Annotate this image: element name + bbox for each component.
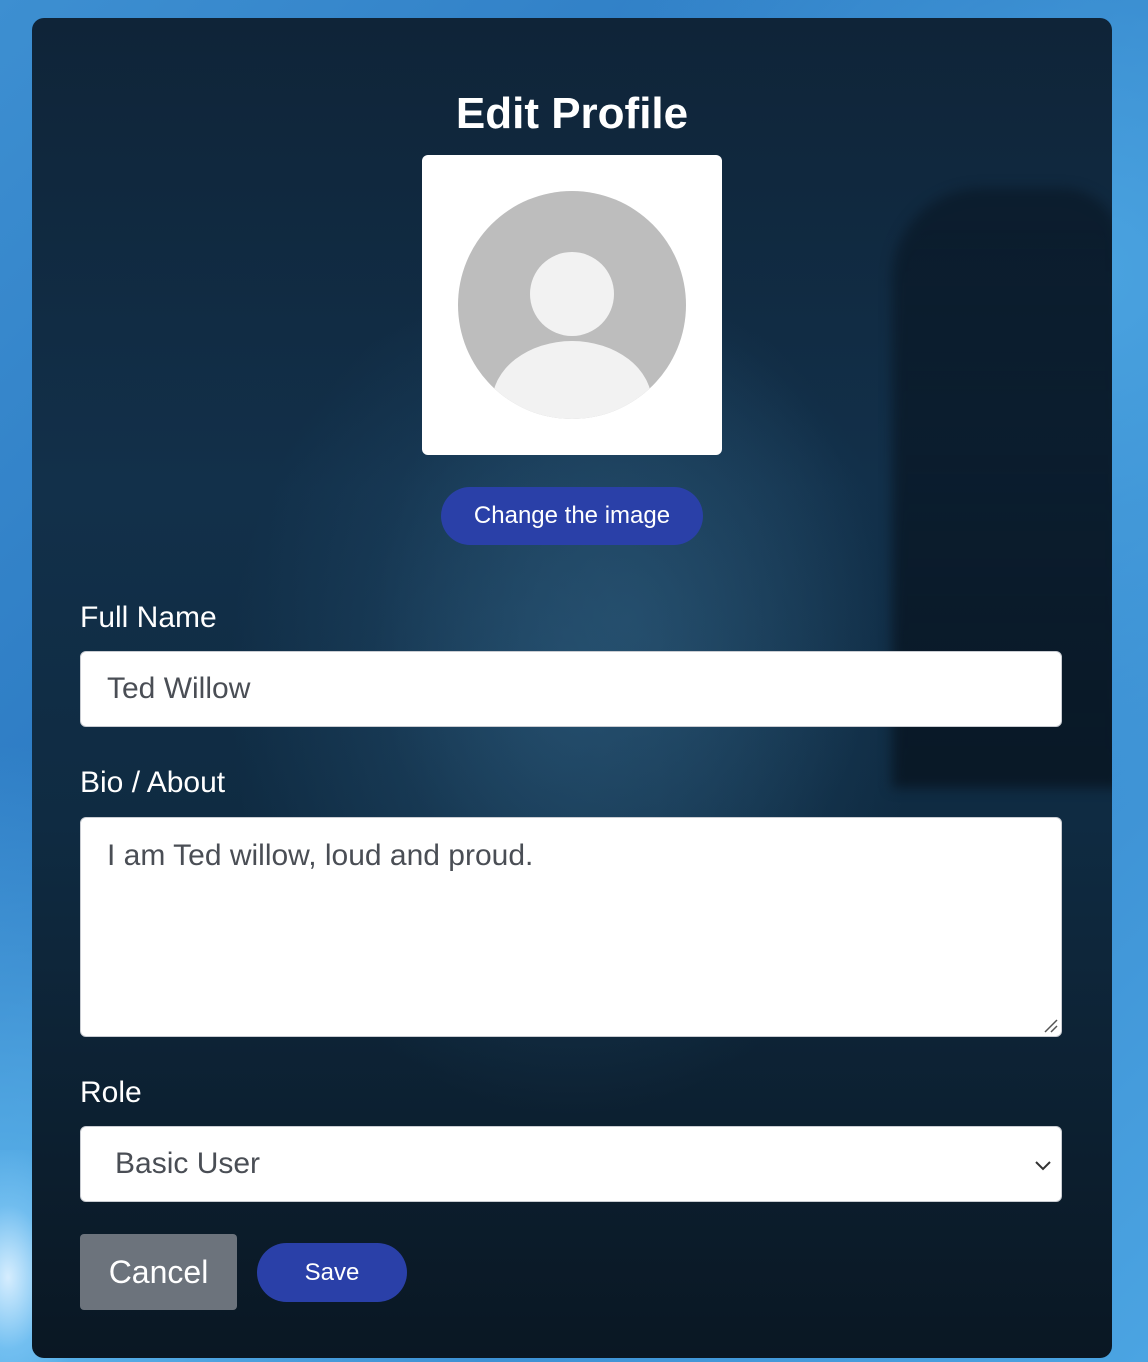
bio-text: I am Ted willow, loud and proud.	[107, 839, 534, 872]
role-select[interactable]: Basic User	[80, 1126, 1062, 1202]
bio-textarea[interactable]: I am Ted willow, loud and proud.	[80, 817, 1062, 1037]
full-name-input[interactable]: Ted Willow	[80, 651, 1062, 727]
save-button[interactable]: Save	[257, 1243, 407, 1302]
resize-handle-icon[interactable]	[1041, 1016, 1059, 1034]
change-image-button[interactable]: Change the image	[441, 487, 703, 545]
page-title: Edit Profile	[455, 89, 689, 138]
edit-profile-card: Edit Profile Change the image Full Name …	[32, 18, 1112, 1358]
role-selected-value: Basic User	[115, 1147, 261, 1180]
full-name-label: Full Name	[80, 601, 217, 634]
profile-image	[422, 155, 722, 455]
default-user-avatar-icon	[458, 191, 686, 419]
cancel-button[interactable]: Cancel	[80, 1234, 237, 1310]
role-label: Role	[80, 1076, 142, 1109]
bio-label: Bio / About	[80, 766, 226, 799]
chevron-down-icon	[1035, 1161, 1051, 1171]
